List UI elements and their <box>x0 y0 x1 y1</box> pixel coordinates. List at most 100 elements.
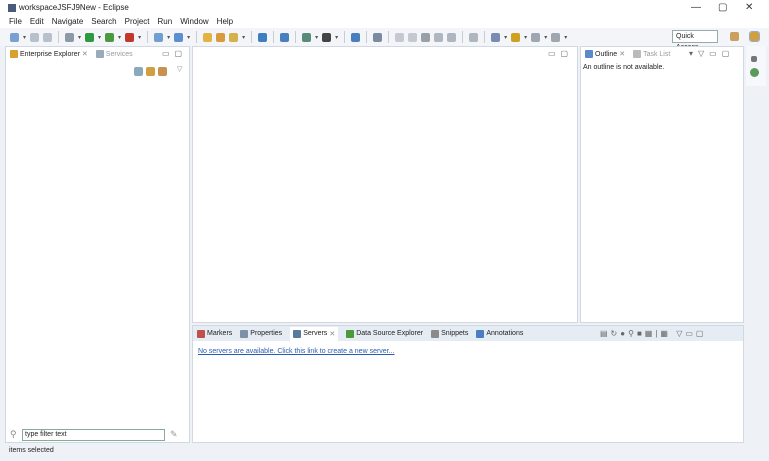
close-button[interactable]: ✕ <box>745 2 753 13</box>
editor-minimize-maximize[interactable]: ▭▢ <box>548 49 573 58</box>
tab-task-list[interactable]: Task List <box>633 50 670 58</box>
close-tab-icon[interactable]: ✕ <box>329 330 335 338</box>
close-tab-icon[interactable]: ✕ <box>82 50 88 58</box>
menu-edit[interactable]: Edit <box>30 17 44 26</box>
toolbar-separator <box>295 31 297 43</box>
dropdown-arrow-icon[interactable]: ▾ <box>335 34 338 41</box>
search-icon[interactable] <box>229 32 239 42</box>
annotation-icon[interactable] <box>447 32 457 42</box>
open-perspective-icon[interactable] <box>730 32 739 41</box>
new-server-icon[interactable] <box>154 32 164 42</box>
status-bar: items selected <box>0 443 769 461</box>
menu-project[interactable]: Project <box>125 17 150 26</box>
restore-icon[interactable] <box>751 56 757 62</box>
console-icon[interactable] <box>351 32 361 42</box>
close-tab-icon[interactable]: ✕ <box>619 50 625 58</box>
resume-icon[interactable] <box>395 32 405 42</box>
new-icon[interactable] <box>10 32 19 42</box>
dropdown-arrow-icon[interactable]: ▾ <box>118 34 121 41</box>
toolbar-separator <box>462 31 464 43</box>
view-menu-icon[interactable]: ▽ <box>177 65 182 73</box>
pin-icon[interactable] <box>373 32 383 42</box>
dropdown-arrow-icon[interactable]: ▾ <box>167 34 170 41</box>
dropdown-arrow-icon[interactable]: ▾ <box>242 34 245 41</box>
save-icon[interactable] <box>30 32 40 42</box>
clear-filter-icon[interactable]: ✎ <box>170 429 178 440</box>
web-icon[interactable] <box>302 32 312 42</box>
dropdown-arrow-icon[interactable]: ▾ <box>544 34 547 41</box>
menu-run[interactable]: Run <box>158 17 173 26</box>
search-icon: ⚲ <box>10 429 17 439</box>
terminate-icon[interactable] <box>421 32 431 42</box>
globe-icon[interactable] <box>258 32 268 42</box>
run-icon[interactable] <box>85 32 95 42</box>
toolbar-separator <box>273 31 275 43</box>
tab-markers[interactable]: Markers <box>197 329 232 338</box>
tab-annotations[interactable]: Annotations <box>476 329 523 338</box>
create-server-link[interactable]: No servers are available. Click this lin… <box>198 346 394 355</box>
dropdown-arrow-icon[interactable]: ▾ <box>524 34 527 41</box>
menu-search[interactable]: Search <box>91 17 116 26</box>
markers-icon <box>197 329 205 338</box>
toolbar-separator <box>251 31 253 43</box>
minimize-maximize-buttons[interactable]: ▭▢ <box>162 49 187 58</box>
run-ext-icon[interactable] <box>105 32 115 42</box>
tab-servers[interactable]: Servers ✕ <box>290 326 339 341</box>
menu-file[interactable]: File <box>9 17 22 26</box>
jee-perspective-icon[interactable] <box>749 31 760 42</box>
dropdown-arrow-icon[interactable]: ▾ <box>23 34 26 41</box>
outline-view-buttons[interactable]: ▾▽▭▢ <box>689 49 734 58</box>
filter-input[interactable]: type filter text <box>22 429 165 441</box>
tab-snippets[interactable]: Snippets <box>431 329 468 338</box>
next-annotation-icon[interactable] <box>491 32 501 42</box>
suspend-icon[interactable] <box>408 32 418 42</box>
dropdown-arrow-icon[interactable]: ▾ <box>504 34 507 41</box>
new-class-icon[interactable] <box>174 32 184 42</box>
dropdown-arrow-icon[interactable]: ▾ <box>78 34 81 41</box>
menu-navigate[interactable]: Navigate <box>52 17 84 26</box>
minimize-button[interactable]: — <box>691 2 701 13</box>
window-title: workspaceJSFJ9New - Eclipse <box>19 3 129 12</box>
properties-icon <box>240 329 249 338</box>
toolbar-separator <box>366 31 368 43</box>
step-icon[interactable] <box>434 32 444 42</box>
back-icon[interactable] <box>531 32 541 42</box>
dropdown-arrow-icon[interactable]: ▾ <box>315 34 318 41</box>
restore-button[interactable]: ▢ <box>718 2 727 13</box>
save-all-icon[interactable] <box>43 32 53 42</box>
tab-enterprise-explorer[interactable]: Enterprise Explorer ✕ <box>10 50 88 58</box>
menu-window[interactable]: Window <box>180 17 208 26</box>
filter-icon[interactable] <box>158 67 167 76</box>
servers-icon <box>293 329 302 338</box>
servers-toolbar[interactable]: ▤↻●⚲■▦|▦ ▽▭▢ <box>600 329 706 338</box>
debug-icon[interactable] <box>65 32 75 42</box>
task-list-icon <box>633 50 642 58</box>
prev-annotation-icon[interactable] <box>511 32 521 42</box>
quick-access-input[interactable]: Quick Access <box>672 30 718 51</box>
toolbar-separator <box>344 31 346 43</box>
coverage-icon[interactable] <box>125 32 135 42</box>
palette-icon[interactable] <box>750 68 759 77</box>
outline-message: An outline is not available. <box>583 64 665 71</box>
highlight-icon[interactable] <box>469 32 479 42</box>
tab-data-source-explorer[interactable]: Data Source Explorer <box>346 329 423 338</box>
collapse-all-icon[interactable] <box>134 67 143 76</box>
dropdown-arrow-icon[interactable]: ▾ <box>138 34 141 41</box>
open-task-icon[interactable] <box>216 32 226 42</box>
toolbar-separator <box>388 31 390 43</box>
link-editor-icon[interactable] <box>146 67 155 76</box>
dropdown-arrow-icon[interactable]: ▾ <box>564 34 567 41</box>
dropdown-arrow-icon[interactable]: ▾ <box>187 34 190 41</box>
open-type-icon[interactable] <box>203 32 213 42</box>
menu-help[interactable]: Help <box>217 17 233 26</box>
toolbar: ▾ ▾ ▾ ▾ ▾ ▾ ▾ ▾ ▾ ▾ ▾ ▾ ▾ ▾ <box>0 28 769 46</box>
dropdown-arrow-icon[interactable]: ▾ <box>98 34 101 41</box>
annotations-icon <box>476 329 485 338</box>
tab-services[interactable]: Services <box>95 50 133 58</box>
forward-icon[interactable] <box>551 32 561 42</box>
profile-icon[interactable] <box>322 32 332 42</box>
terminal-icon[interactable] <box>280 32 290 42</box>
tab-outline[interactable]: Outline ✕ <box>585 50 625 58</box>
tab-properties[interactable]: Properties <box>240 329 282 338</box>
editor-area[interactable]: ▭▢ <box>192 46 578 323</box>
